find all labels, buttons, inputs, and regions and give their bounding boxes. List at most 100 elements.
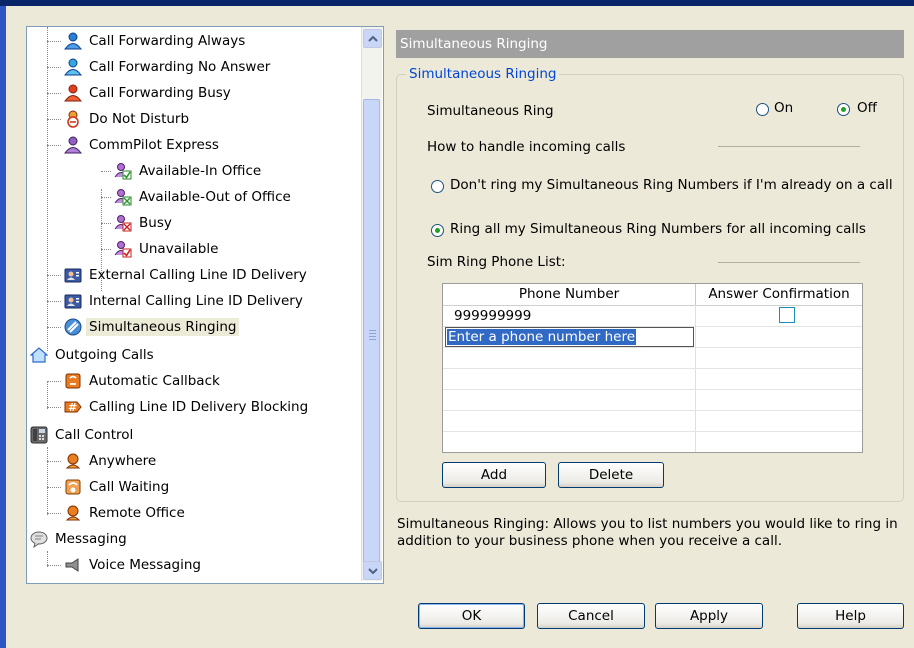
tree-item-label: Busy: [139, 215, 172, 231]
cancel-button[interactable]: Cancel: [537, 603, 645, 629]
tree-item-label: Available-Out of Office: [139, 189, 291, 205]
apply-button[interactable]: Apply: [655, 603, 763, 629]
ok-button[interactable]: OK: [418, 603, 525, 629]
house-icon: [29, 345, 49, 365]
radio-ring-all[interactable]: Ring all my Simultaneous Ring Numbers fo…: [431, 221, 903, 239]
radio-dont-ring[interactable]: Don't ring my Simultaneous Ring Numbers …: [431, 177, 903, 195]
table-row-empty: [443, 369, 862, 390]
phone-number-cell[interactable]: 999999999: [454, 306, 531, 326]
tree-item-label: Outgoing Calls: [55, 347, 154, 363]
simultaneous-ring-icon: [63, 317, 83, 337]
tree-connector: [47, 27, 48, 351]
new-phone-number-text: Enter a phone number here: [447, 329, 637, 345]
caller-id-card-icon: [63, 291, 83, 311]
tree-item-label: Call Forwarding Busy: [89, 85, 231, 101]
tree-item-do-not-disturb[interactable]: Do Not Disturb: [47, 107, 192, 131]
feature-description: Simultaneous Ringing: Allows you to list…: [397, 516, 898, 549]
feature-tree[interactable]: Call Forwarding Always Call Forwarding N…: [26, 26, 384, 584]
person-dnd-icon: [63, 109, 83, 129]
scroll-thumb[interactable]: [363, 99, 380, 577]
hash-block-icon: #: [63, 397, 83, 417]
separator-line: [718, 262, 860, 263]
table-row[interactable]: 999999999: [443, 306, 862, 327]
tree-item-busy[interactable]: Busy: [101, 211, 175, 235]
voicemail-icon: [63, 555, 83, 575]
column-header-phone-number[interactable]: Phone Number: [443, 284, 696, 306]
tree-item-call-forwarding-busy[interactable]: Call Forwarding Busy: [47, 81, 234, 105]
chevron-down-icon: [367, 567, 378, 574]
tree-item-label: Anywhere: [89, 453, 157, 469]
tree-item-label: Call Forwarding No Answer: [89, 59, 271, 75]
tree-item-call-waiting[interactable]: Call Waiting: [47, 475, 172, 499]
tree-connector: [47, 381, 48, 409]
tree-item-clid-delivery-blocking[interactable]: # Calling Line ID Delivery Blocking: [47, 395, 311, 419]
remote-office-icon: [63, 503, 83, 523]
tree-item-outgoing-calls[interactable]: Outgoing Calls: [29, 343, 157, 367]
tree-item-commpilot-express[interactable]: CommPilot Express: [47, 133, 222, 157]
radio-off[interactable]: Off: [837, 100, 887, 118]
tree-content: Call Forwarding Always Call Forwarding N…: [27, 27, 363, 583]
tree-item-label: Automatic Callback: [89, 373, 220, 389]
tree-item-messaging[interactable]: Messaging: [29, 527, 130, 551]
simultaneous-ring-label: Simultaneous Ring: [427, 103, 554, 119]
add-button[interactable]: Add: [442, 462, 546, 488]
tree-item-label: Internal Calling Line ID Delivery: [89, 293, 303, 309]
radio-ring-all-label: Ring all my Simultaneous Ring Numbers fo…: [450, 221, 866, 237]
tree-item-label: Messaging: [55, 531, 127, 547]
tree-item-available-out-of-office[interactable]: Available-Out of Office: [101, 185, 294, 209]
column-header-answer-confirmation[interactable]: Answer Confirmation: [696, 284, 862, 306]
table-row-empty: [443, 432, 862, 452]
tree-item-internal-clid-delivery[interactable]: Internal Calling Line ID Delivery: [47, 289, 306, 313]
tree-scrollbar[interactable]: [361, 27, 382, 581]
person-commpilot-icon: [63, 135, 83, 155]
group-title: Simultaneous Ringing: [406, 66, 560, 82]
tree-item-label: Call Control: [55, 427, 134, 443]
available-in-office-icon: [113, 161, 133, 181]
delete-button[interactable]: Delete: [558, 462, 664, 488]
phone-list-table[interactable]: Phone Number Answer Confirmation 9999999…: [442, 283, 863, 453]
tree-item-call-forwarding-always[interactable]: Call Forwarding Always: [47, 29, 248, 53]
handle-calls-label: How to handle incoming calls: [427, 139, 626, 155]
speech-bubble-icon: [29, 529, 49, 549]
unavailable-status-icon: [113, 239, 133, 259]
scroll-down-button[interactable]: [363, 561, 382, 580]
person-forward-icon: [63, 31, 83, 51]
busy-status-icon: [113, 213, 133, 233]
tree-item-voice-messaging[interactable]: Voice Messaging: [47, 553, 204, 577]
tree-item-anywhere[interactable]: Anywhere: [47, 449, 159, 473]
table-row-new-entry[interactable]: Enter a phone number here: [443, 327, 862, 348]
separator-line: [718, 146, 860, 147]
tree-item-label: Calling Line ID Delivery Blocking: [89, 399, 309, 415]
tree-item-label: Voice Messaging: [89, 557, 201, 573]
tree-item-label: CommPilot Express: [89, 137, 219, 153]
available-out-office-icon: [113, 187, 133, 207]
tree-item-remote-office[interactable]: Remote Office: [47, 501, 188, 525]
tree-item-label: Do Not Disturb: [89, 111, 190, 127]
phone-desk-icon: [29, 425, 49, 445]
window-title-bar: [0, 0, 914, 6]
tree-item-external-clid-delivery[interactable]: External Calling Line ID Delivery: [47, 263, 310, 287]
help-button[interactable]: Help: [797, 603, 904, 629]
table-row-empty: [443, 411, 862, 432]
tree-item-call-control[interactable]: Call Control: [29, 423, 136, 447]
call-waiting-icon: [63, 477, 83, 497]
radio-off-label: Off: [857, 100, 877, 116]
answer-confirmation-checkbox[interactable]: [779, 307, 795, 323]
tree-item-available-in-office[interactable]: Available-In Office: [101, 159, 264, 183]
person-no-answer-icon: [63, 57, 83, 77]
radio-on[interactable]: On: [756, 100, 816, 118]
callback-phone-icon: [63, 371, 83, 391]
tree-item-label: Unavailable: [139, 241, 219, 257]
tree-item-call-forwarding-no-answer[interactable]: Call Forwarding No Answer: [47, 55, 273, 79]
tree-item-automatic-callback[interactable]: Automatic Callback: [47, 369, 223, 393]
tree-item-unavailable[interactable]: Unavailable: [101, 237, 221, 261]
tree-item-label: Remote Office: [89, 505, 185, 521]
scroll-up-button[interactable]: [363, 29, 382, 48]
table-row-empty: [443, 390, 862, 411]
tree-item-simultaneous-ringing[interactable]: Simultaneous Ringing: [47, 315, 240, 339]
new-phone-number-input[interactable]: Enter a phone number here: [445, 327, 694, 347]
radio-circle: [431, 224, 444, 237]
radio-circle: [837, 103, 850, 116]
tree-item-label: External Calling Line ID Delivery: [89, 267, 307, 283]
anywhere-icon: [63, 451, 83, 471]
